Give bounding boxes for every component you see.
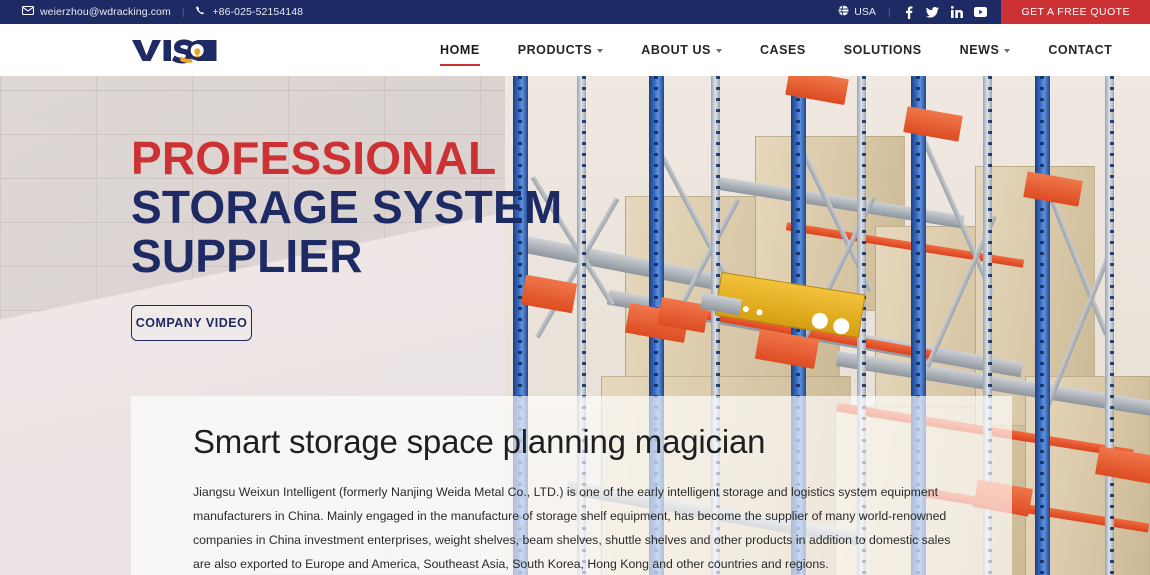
hero-headline-line-2: STORAGE SYSTEM xyxy=(131,181,563,233)
social-links xyxy=(902,6,988,19)
intro-panel-body: Jiangsu Weixun Intelligent (formerly Nan… xyxy=(193,485,951,571)
topbar-separator-2: | xyxy=(887,6,891,18)
intro-panel-title: Smart storage space planning magician xyxy=(193,423,766,460)
nav-label-news: NEWS xyxy=(959,43,1000,57)
topbar-contact-group: weierzhou@wdracking.com | +86-025-521541… xyxy=(0,0,303,24)
chevron-down-icon xyxy=(1004,49,1011,53)
chevron-down-icon xyxy=(597,49,604,53)
get-free-quote-button[interactable]: GET A FREE QUOTE xyxy=(1001,0,1150,24)
twitter-icon[interactable] xyxy=(926,6,940,19)
language-selector[interactable]: USA xyxy=(838,5,876,19)
main-navbar: HOME PRODUCTS ABOUT US CASES SOLUTIONS N… xyxy=(0,24,1150,76)
phone-contact[interactable]: +86-025-52154148 xyxy=(195,5,303,19)
intro-panel: Smart storage space planning magician Ji… xyxy=(131,396,1012,575)
youtube-icon[interactable] xyxy=(974,6,988,19)
globe-icon xyxy=(838,5,849,19)
nav-item-solutions[interactable]: SOLUTIONS xyxy=(825,24,941,76)
nav-label-solutions: SOLUTIONS xyxy=(843,43,922,57)
hero-headline-line-1: PROFESSIONAL xyxy=(131,132,497,184)
nav-label-home: HOME xyxy=(440,43,480,57)
nav-label-contact: CONTACT xyxy=(1048,43,1113,57)
nav-label-about-us: ABOUT US xyxy=(641,43,711,57)
nav-item-about-us[interactable]: ABOUT US xyxy=(622,24,741,76)
phone-text: +86-025-52154148 xyxy=(212,6,304,18)
hero-banner: PROFESSIONAL STORAGE SYSTEM SUPPLIER COM… xyxy=(0,76,1150,575)
nav-item-cases[interactable]: CASES xyxy=(741,24,825,76)
nav-label-cases: CASES xyxy=(759,43,806,57)
email-contact[interactable]: weierzhou@wdracking.com xyxy=(21,5,171,18)
nav-item-products[interactable]: PRODUCTS xyxy=(499,24,623,76)
topbar-separator-1: | xyxy=(181,6,185,18)
facebook-icon[interactable] xyxy=(902,6,915,19)
hero-copy: PROFESSIONAL STORAGE SYSTEM SUPPLIER COM… xyxy=(131,134,562,341)
nav-label-products: PRODUCTS xyxy=(517,43,593,57)
company-video-button[interactable]: COMPANY VIDEO xyxy=(131,305,252,341)
nav-item-home[interactable]: HOME xyxy=(421,24,499,76)
chevron-down-icon xyxy=(715,49,722,53)
nav-item-news[interactable]: NEWS xyxy=(941,24,1030,76)
nav-item-contact[interactable]: CONTACT xyxy=(1029,24,1131,76)
site-logo[interactable] xyxy=(131,35,223,65)
phone-icon xyxy=(195,5,206,19)
top-utility-bar: weierzhou@wdracking.com | +86-025-521541… xyxy=(0,0,1150,24)
envelope-icon xyxy=(21,5,35,18)
linkedin-icon[interactable] xyxy=(950,6,963,19)
topbar-right-group: USA | xyxy=(838,0,1001,24)
hero-headline-line-3: SUPPLIER xyxy=(131,230,363,282)
language-label: USA xyxy=(854,6,876,18)
primary-nav: HOME PRODUCTS ABOUT US CASES SOLUTIONS N… xyxy=(421,24,1131,76)
email-text: weierzhou@wdracking.com xyxy=(40,6,171,18)
